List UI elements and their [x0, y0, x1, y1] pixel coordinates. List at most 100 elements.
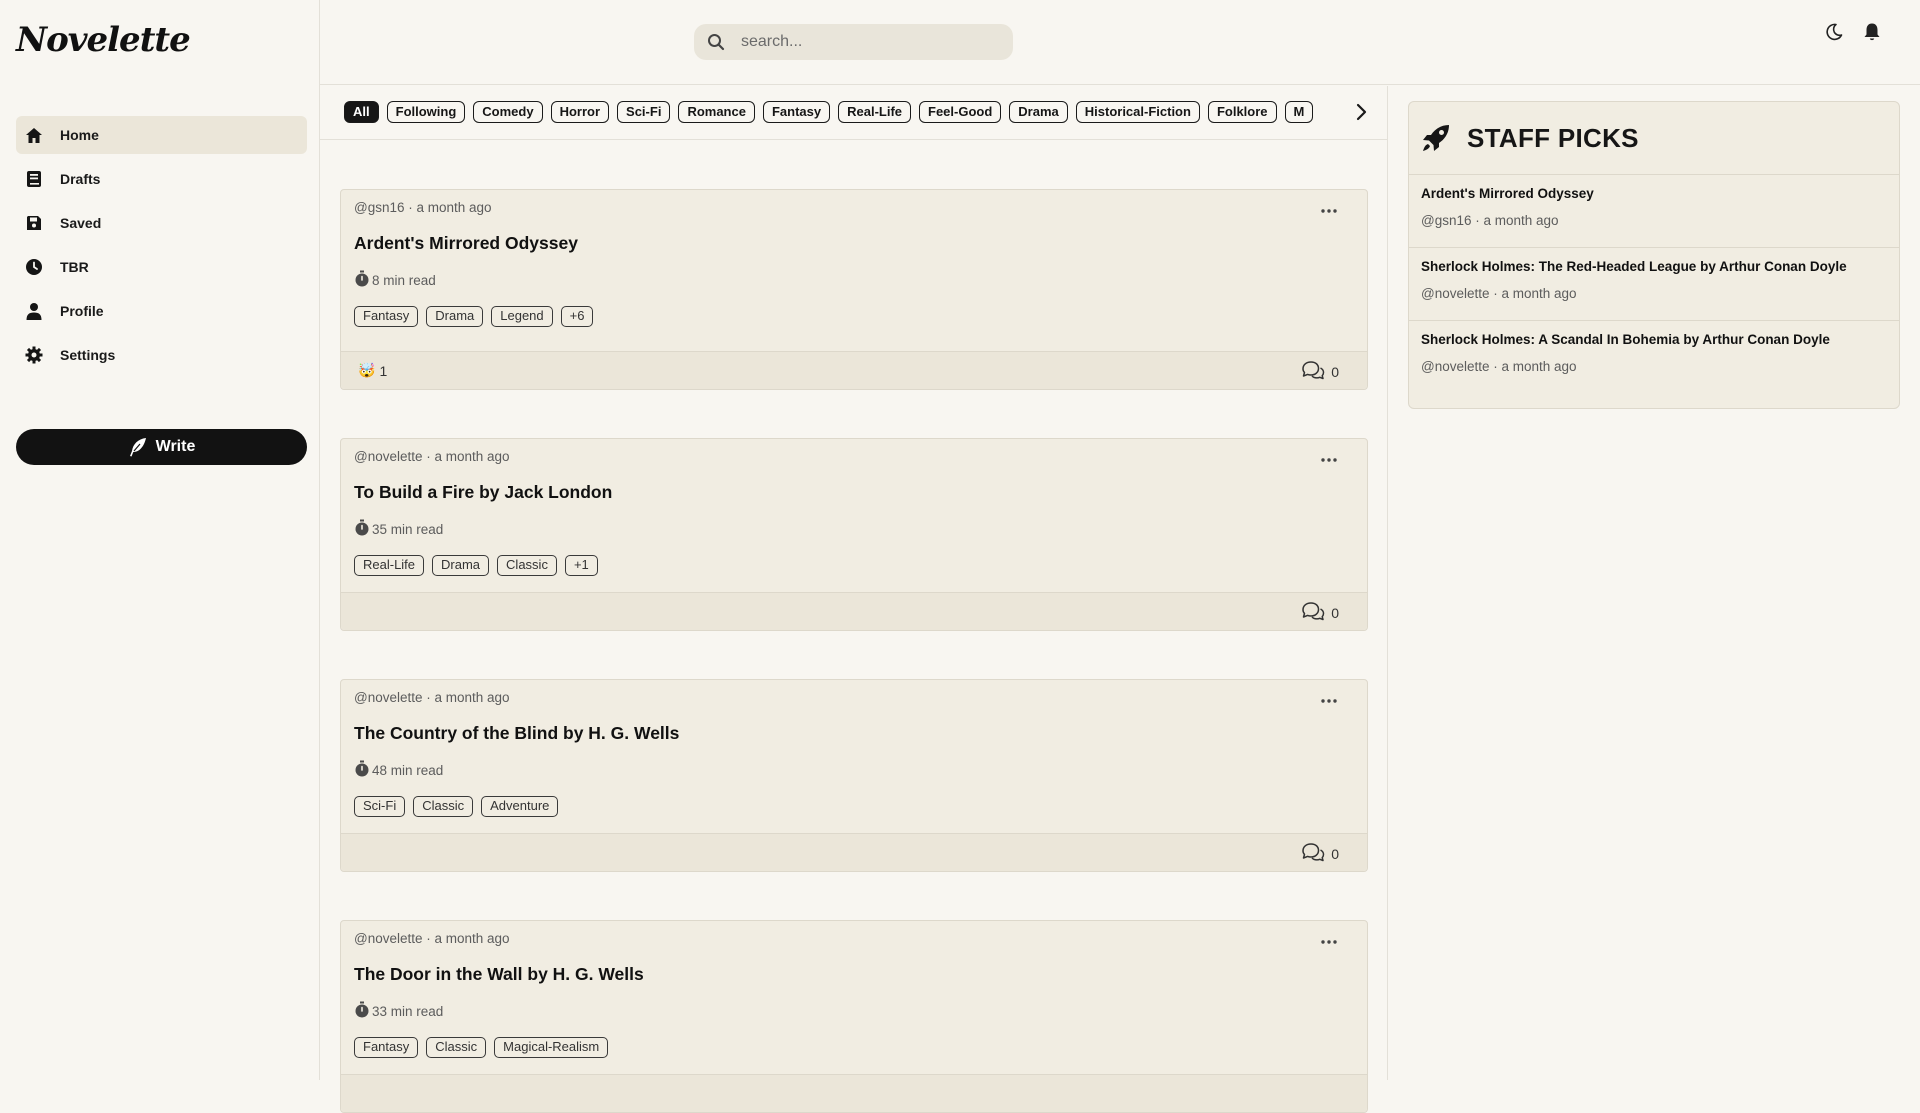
chip-drama[interactable]: Drama: [1009, 101, 1068, 123]
staff-pick-item[interactable]: Ardent's Mirrored Odyssey @gsn16 · a mon…: [1409, 175, 1899, 248]
tag-sci-fi[interactable]: Sci-Fi: [354, 796, 406, 817]
story-card[interactable]: @novelette · a month ago The Country of …: [340, 679, 1368, 872]
story-tags: Sci-Fi Classic Adventure: [354, 796, 559, 817]
chip-comedy[interactable]: Comedy: [473, 101, 543, 123]
comments-button[interactable]: 0: [1301, 360, 1339, 383]
sidebar-item-label: Drafts: [60, 171, 101, 187]
reaction-badge[interactable]: 🤯 1: [358, 362, 387, 379]
chip-real-life[interactable]: Real-Life: [838, 101, 912, 123]
chip-truncated[interactable]: M: [1284, 101, 1314, 123]
staff-pick-title[interactable]: Sherlock Holmes: The Red-Headed League b…: [1421, 259, 1887, 274]
staff-pick-author[interactable]: @novelette: [1421, 359, 1490, 374]
write-button-label: Write: [155, 438, 196, 455]
chip-all[interactable]: All: [344, 101, 379, 123]
story-title[interactable]: The Door in the Wall by H. G. Wells: [354, 964, 644, 985]
chip-historical-fiction[interactable]: Historical-Fiction: [1075, 101, 1200, 123]
write-button[interactable]: Write: [16, 429, 307, 465]
staff-pick-item[interactable]: Sherlock Holmes: The Red-Headed League b…: [1409, 248, 1899, 321]
more-options-icon[interactable]: [1321, 449, 1337, 467]
story-author[interactable]: @novelette: [354, 931, 423, 946]
category-filter-bar: All Following Comedy Horror Sci-Fi Roman…: [320, 86, 1388, 140]
story-footer: 0: [341, 592, 1367, 630]
sidebar-item-drafts[interactable]: Drafts: [16, 160, 307, 198]
comments-button[interactable]: 0: [1301, 842, 1339, 865]
tag-more-count[interactable]: +1: [564, 555, 598, 576]
staff-pick-author[interactable]: @gsn16: [1421, 213, 1472, 228]
moon-icon[interactable]: [1824, 22, 1844, 42]
app-logo[interactable]: Novelette: [16, 20, 191, 60]
staff-pick-author[interactable]: @novelette: [1421, 286, 1490, 301]
reaction-emoji: 🤯: [358, 362, 376, 378]
more-options-icon[interactable]: [1321, 931, 1337, 949]
search-input[interactable]: [741, 33, 981, 51]
staff-pick-item[interactable]: Sherlock Holmes: A Scandal In Bohemia by…: [1409, 321, 1899, 394]
stopwatch-icon: [354, 519, 370, 539]
comments-button[interactable]: 0: [1301, 601, 1339, 624]
gear-icon: [24, 345, 44, 365]
staff-pick-title[interactable]: Sherlock Holmes: A Scandal In Bohemia by…: [1421, 332, 1887, 347]
sidebar-item-profile[interactable]: Profile: [16, 292, 307, 330]
story-feed: All Following Comedy Horror Sci-Fi Roman…: [320, 86, 1388, 1113]
sidebar-item-label: TBR: [60, 259, 89, 275]
chip-sci-fi[interactable]: Sci-Fi: [617, 101, 671, 123]
chip-following[interactable]: Following: [386, 101, 466, 123]
clock-icon: [24, 257, 44, 277]
user-icon: [24, 301, 44, 321]
tag-real-life[interactable]: Real-Life: [354, 555, 425, 576]
read-time-text: 48 min read: [372, 762, 444, 778]
tag-fantasy[interactable]: Fantasy: [354, 1037, 419, 1058]
tag-drama[interactable]: Drama: [426, 306, 484, 327]
tag-magical-realism[interactable]: Magical-Realism: [494, 1037, 609, 1058]
tag-fantasy[interactable]: Fantasy: [354, 306, 419, 327]
rocket-icon: [1421, 123, 1451, 153]
sidebar-nav: Home Drafts Saved TBR Profile Settings: [16, 116, 307, 380]
tag-more-count[interactable]: +6: [560, 306, 594, 327]
tag-classic[interactable]: Classic: [413, 796, 474, 817]
story-tags: Fantasy Drama Legend +6: [354, 306, 594, 327]
chip-folklore[interactable]: Folklore: [1207, 101, 1277, 123]
comments-count: 0: [1331, 604, 1339, 621]
story-author[interactable]: @gsn16: [354, 200, 405, 215]
story-card[interactable]: @novelette · a month ago The Door in the…: [340, 920, 1368, 1113]
tag-drama[interactable]: Drama: [432, 555, 490, 576]
tag-classic[interactable]: Classic: [426, 1037, 487, 1058]
story-title[interactable]: Ardent's Mirrored Odyssey: [354, 233, 578, 254]
more-options-icon[interactable]: [1321, 200, 1337, 218]
comments-count: 0: [1331, 845, 1339, 862]
sidebar-item-label: Saved: [60, 215, 102, 231]
staff-pick-meta: @novelette · a month ago: [1421, 286, 1577, 301]
sidebar-item-settings[interactable]: Settings: [16, 336, 307, 374]
bell-icon[interactable]: [1862, 22, 1882, 42]
stopwatch-icon: [354, 270, 370, 290]
sidebar-item-saved[interactable]: Saved: [16, 204, 307, 242]
story-card[interactable]: @gsn16 · a month ago Ardent's Mirrored O…: [340, 189, 1368, 390]
chip-horror[interactable]: Horror: [550, 101, 610, 123]
chip-fantasy[interactable]: Fantasy: [762, 101, 831, 123]
story-meta: @novelette · a month ago: [354, 449, 510, 464]
tag-classic[interactable]: Classic: [497, 555, 557, 576]
stopwatch-icon: [354, 760, 370, 780]
reaction-count: 1: [379, 362, 388, 379]
chip-feel-good[interactable]: Feel-Good: [919, 101, 1002, 123]
story-title[interactable]: To Build a Fire by Jack London: [354, 482, 612, 503]
sidebar-item-tbr[interactable]: TBR: [16, 248, 307, 286]
comments-count: 0: [1331, 363, 1339, 380]
search-bar[interactable]: [694, 24, 1013, 60]
tag-legend[interactable]: Legend: [491, 306, 553, 327]
story-card[interactable]: @novelette · a month ago To Build a Fire…: [340, 438, 1368, 631]
chevron-right-icon[interactable]: [1350, 101, 1372, 123]
sidebar-item-home[interactable]: Home: [16, 116, 307, 154]
sidebar-item-label: Profile: [60, 303, 104, 319]
tag-adventure[interactable]: Adventure: [481, 796, 559, 817]
more-options-icon[interactable]: [1321, 690, 1337, 708]
story-author[interactable]: @novelette: [354, 690, 423, 705]
story-author[interactable]: @novelette: [354, 449, 423, 464]
read-time-text: 8 min read: [372, 272, 436, 288]
story-time: a month ago: [434, 931, 510, 946]
story-title[interactable]: The Country of the Blind by H. G. Wells: [354, 723, 679, 744]
staff-pick-title[interactable]: Ardent's Mirrored Odyssey: [1421, 186, 1887, 201]
home-icon: [24, 125, 44, 145]
top-bar: [320, 0, 1920, 85]
chip-romance[interactable]: Romance: [678, 101, 755, 123]
read-time: 35 min read: [354, 519, 443, 539]
